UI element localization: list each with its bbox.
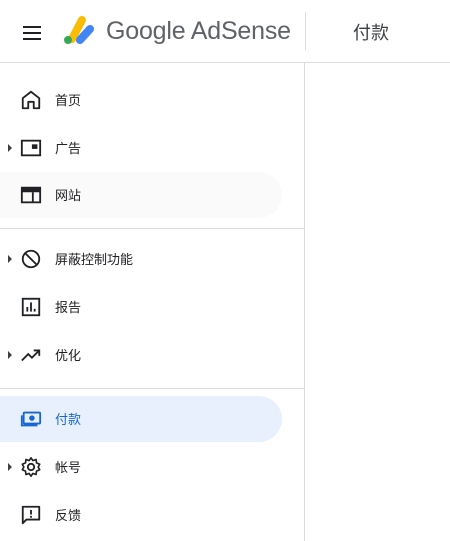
sidebar-item-label: 优化 — [55, 349, 82, 364]
trending-icon — [20, 344, 42, 366]
sidebar-item-label: 反馈 — [55, 509, 82, 524]
adsense-logo-icon — [64, 16, 94, 44]
hamburger-menu-icon[interactable] — [20, 21, 44, 45]
expand-arrow-icon[interactable] — [8, 144, 12, 152]
main-content — [305, 63, 450, 541]
logo-text: Google AdSense — [106, 16, 291, 45]
page-title: 付款 — [353, 23, 389, 44]
sidebar-item-feedback[interactable]: 反馈 — [0, 492, 282, 538]
sites-icon — [20, 184, 42, 206]
sidebar-item-optimization[interactable]: 优化 — [0, 332, 282, 378]
sidebar-item-account[interactable]: 帐号 — [0, 444, 282, 490]
header-divider — [305, 12, 306, 50]
sidebar-item-reports[interactable]: 报告 — [0, 284, 282, 330]
section-divider — [0, 388, 305, 389]
sidebar-item-label: 网站 — [55, 189, 82, 204]
sidebar-item-label: 付款 — [55, 413, 82, 428]
top-app-bar: Google AdSense 付款 — [0, 0, 450, 63]
feedback-icon — [20, 504, 42, 526]
sidebar-item-label: 广告 — [55, 142, 82, 157]
expand-arrow-icon[interactable] — [8, 351, 12, 359]
sidebar-item-label: 帐号 — [55, 461, 82, 476]
adsense-logo[interactable]: Google AdSense — [62, 15, 291, 47]
sidebar-item-blocking-controls[interactable]: 屏蔽控制功能 — [0, 236, 282, 282]
reports-icon — [20, 296, 42, 318]
sidebar-item-payments[interactable]: 付款 — [0, 396, 282, 442]
ads-icon — [20, 137, 42, 159]
sidebar-item-ads[interactable]: 广告 — [0, 125, 282, 171]
block-icon — [20, 248, 42, 270]
expand-arrow-icon[interactable] — [8, 463, 12, 471]
gear-icon — [20, 456, 42, 478]
expand-arrow-icon[interactable] — [8, 255, 12, 263]
sidebar: 首页 广告 网站 屏蔽控制功能 报告 优化 付款 帐号 反馈 — [0, 63, 305, 541]
sidebar-item-sites[interactable]: 网站 — [0, 172, 282, 218]
payments-icon — [20, 408, 42, 430]
sidebar-item-label: 屏蔽控制功能 — [55, 253, 134, 268]
sidebar-item-label: 首页 — [55, 94, 82, 109]
section-divider — [0, 228, 305, 229]
home-icon — [20, 89, 42, 111]
sidebar-item-label: 报告 — [55, 301, 82, 316]
sidebar-item-home[interactable]: 首页 — [0, 77, 282, 123]
